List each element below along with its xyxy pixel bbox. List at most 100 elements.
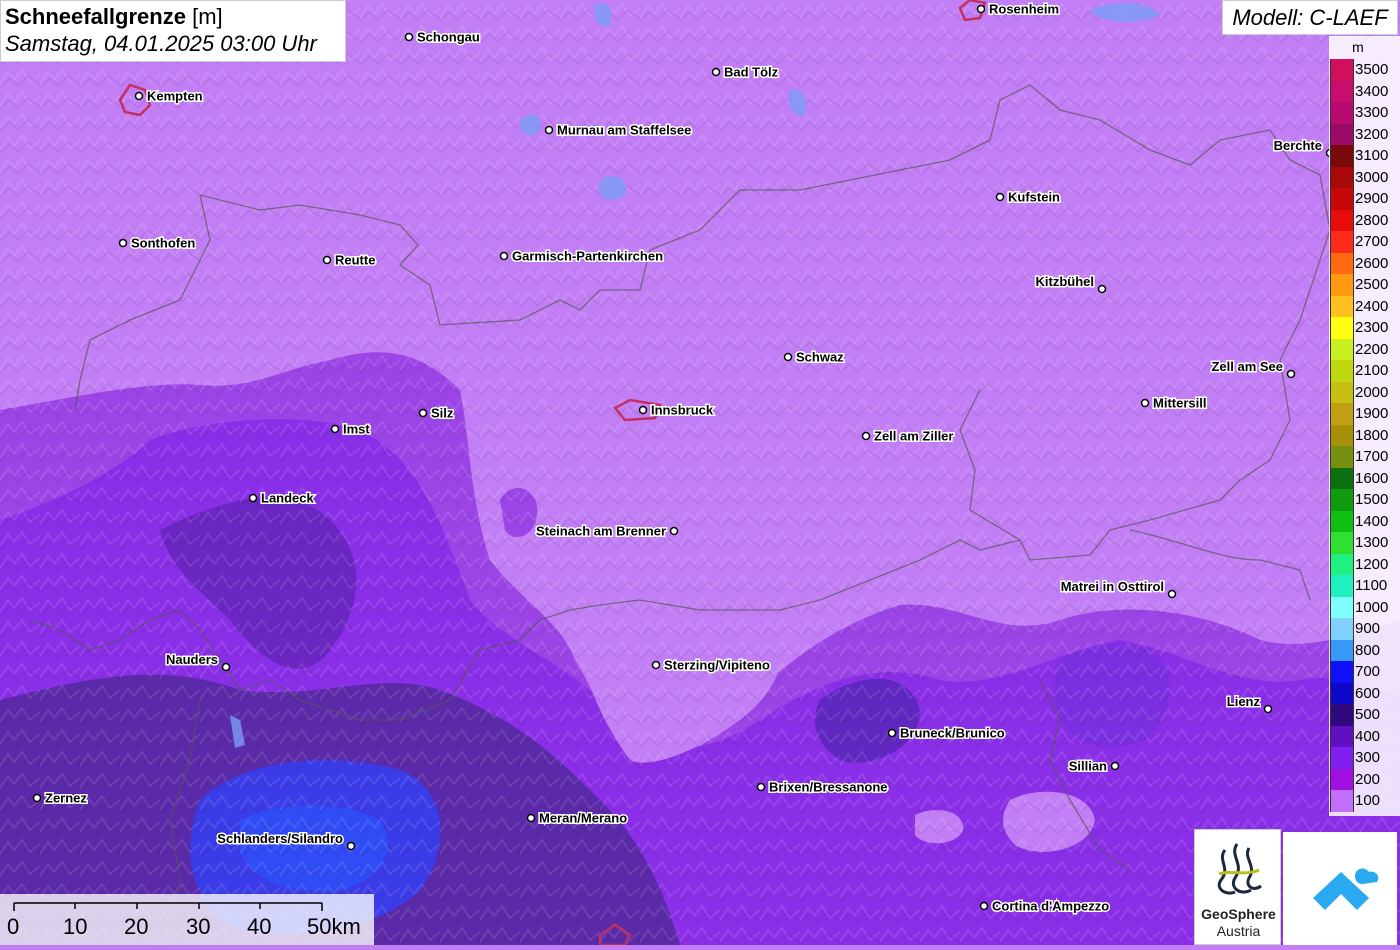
legend-step: 2300 [1329,317,1400,339]
legend-swatch [1330,338,1354,360]
scale-label-20: 20 [124,914,149,939]
city-dot [544,125,554,135]
city-label: Sterzing/Vipiteno [664,658,770,673]
legend-label: 400 [1355,727,1381,745]
legend-swatch [1330,424,1354,446]
city-dot [221,662,231,672]
legend-step: 3200 [1329,123,1400,145]
city-label: Kufstein [1008,190,1060,205]
legend-swatch [1330,467,1354,489]
legend-swatch [1330,209,1354,231]
city-label: Garmisch-Partenkirchen [512,249,663,264]
city-marker[interactable]: Cortina d'Ampezzo [979,897,1111,915]
city-label: Nauders [166,652,218,667]
city-marker[interactable]: Sonthofen [118,234,197,252]
legend-step: 1700 [1329,446,1400,468]
legend-label: 1600 [1355,469,1389,487]
city-marker[interactable]: Steinach am Brenner [534,522,679,540]
legend-swatch [1330,747,1354,769]
legend-step: 1600 [1329,467,1400,489]
city-dot [526,813,536,823]
legend-label: 2800 [1355,211,1389,229]
legend-swatch [1330,59,1354,81]
legend-label: 500 [1355,706,1381,723]
city-label: Zell am Ziller [874,429,953,444]
legend-label: 700 [1355,663,1381,680]
legend-swatch [1330,166,1354,188]
legend-label: 2300 [1355,319,1389,336]
city-label: Schongau [417,30,480,45]
city-dot [330,424,340,434]
legend-step: 600 [1329,682,1400,704]
legend-swatch [1330,317,1354,339]
city-label: Reutte [335,253,375,268]
legend-swatch [1330,532,1354,554]
legend-label: 3000 [1355,168,1389,186]
city-dot [1263,704,1273,714]
legend-step: 3100 [1329,145,1400,167]
city-label: Bruneck/Brunico [900,726,1005,741]
city-dot [404,32,414,42]
legend-step: 3400 [1329,80,1400,102]
legend-step: 200 [1329,768,1400,790]
city-dot [1110,761,1120,771]
legend-swatch [1330,553,1354,575]
city-marker[interactable]: Garmisch-Partenkirchen [499,247,665,265]
city-dot [669,526,679,536]
city-marker[interactable]: Brixen/Bressanone [756,778,889,796]
legend-step: 1900 [1329,403,1400,425]
legend-label: 600 [1355,684,1381,702]
snowfall-limit-map[interactable]: Rosenheim Schongau Kempten Bad Tölz Murnau a… [0,0,1400,945]
legend-label: 1900 [1355,405,1389,422]
legend-label: 3200 [1355,125,1389,143]
city-label: Sillian [1069,759,1107,774]
legend-step: 2000 [1329,381,1400,403]
city-marker[interactable]: Bruneck/Brunico [887,724,1006,742]
city-marker[interactable]: Innsbruck [638,401,715,419]
city-label: Kitzbühel [1036,274,1095,289]
terrain-relief [0,0,1400,945]
city-marker[interactable]: Murnau am Staffelsee [544,121,693,139]
city-label: Meran/Merano [539,811,627,826]
city-label: Lienz [1227,694,1261,709]
legend-step: 100 [1329,790,1400,812]
legend-swatch [1330,725,1354,747]
city-dot [118,238,128,248]
legend-swatch [1330,80,1354,102]
legend-step: 1800 [1329,424,1400,446]
legend-swatch [1330,381,1354,403]
legend-step: 3500 [1329,59,1400,81]
city-label: Schlanders/Silandro [217,831,343,846]
city-label: Berchte [1274,138,1322,153]
legend-label: 300 [1355,749,1381,766]
legend-step: 2400 [1329,295,1400,317]
legend-step: 1500 [1329,489,1400,511]
map-datetime: Samstag, 04.01.2025 03:00 Uhr [5,31,317,56]
city-marker[interactable]: Zell am Ziller [861,427,955,445]
legend-label: 2000 [1355,383,1389,401]
legend-swatch [1330,403,1354,425]
legend-swatch [1330,252,1354,274]
city-marker[interactable]: Meran/Merano [526,809,629,827]
scale-label-40: 40 [247,914,272,939]
legend-swatch [1330,188,1354,210]
city-dot [499,251,509,261]
legend-swatch [1330,704,1354,726]
city-marker[interactable]: Schongau [404,28,481,46]
city-marker[interactable]: Rosenheim [976,0,1061,18]
legend-label: 2700 [1355,233,1389,250]
city-dot [979,901,989,911]
city-dot [651,660,661,670]
city-label: Matrei in Osttirol [1061,579,1164,594]
city-marker[interactable]: Sterzing/Vipiteno [651,656,771,674]
legend-swatch [1330,145,1354,167]
geosphere-logo[interactable]: GeoSphere Austria [1194,829,1281,945]
legend-swatch [1330,639,1354,661]
legend-step: 800 [1329,639,1400,661]
weather-app-logo[interactable] [1283,832,1397,945]
legend-step: 2200 [1329,338,1400,360]
scale-label-0: 0 [7,914,20,939]
city-dot [995,192,1005,202]
legend-swatch [1330,661,1354,683]
city-label: Silz [431,406,454,421]
